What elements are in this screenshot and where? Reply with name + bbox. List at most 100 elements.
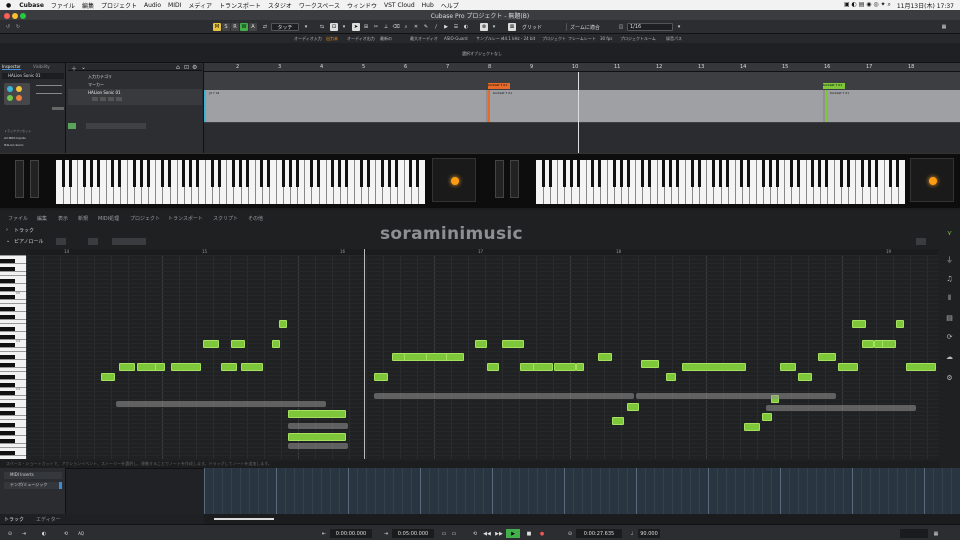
midi-note[interactable] <box>762 413 772 421</box>
status-icons[interactable]: ▣ ◐ ▤ ◉ ◎ ✦ ⌕ <box>844 1 891 9</box>
add-track-icon[interactable]: ＋ <box>71 64 77 73</box>
midi-note[interactable] <box>446 353 464 361</box>
black-key[interactable] <box>68 160 72 187</box>
lock-icon[interactable]: ⊡ <box>184 64 189 71</box>
black-key[interactable] <box>196 160 200 187</box>
settings-icon[interactable]: ⚙ <box>192 64 197 71</box>
editor-pianoroll-row[interactable]: ⌄ ピアノロール <box>0 237 940 247</box>
midi-note[interactable] <box>475 340 487 348</box>
precount-icon[interactable]: ◐ <box>40 529 48 538</box>
editor-menu-transport[interactable]: トランスポート <box>168 215 203 222</box>
black-key[interactable] <box>726 160 730 187</box>
inspector-track-name[interactable]: HALion Sonic 01 <box>2 73 64 79</box>
midi-note[interactable] <box>598 353 612 361</box>
black-key[interactable] <box>676 160 680 187</box>
media-bay-icon[interactable]: ⫴ <box>945 294 954 303</box>
xy-pad-handle[interactable] <box>451 177 459 185</box>
midi-note[interactable] <box>288 433 346 441</box>
menu-project[interactable]: プロジェクト <box>101 1 137 10</box>
editor-menu-edit[interactable]: 編集 <box>37 215 47 222</box>
black-key[interactable] <box>612 160 616 187</box>
play-tool-icon[interactable]: ▶ <box>442 23 450 31</box>
a-toggle[interactable]: A <box>249 23 257 31</box>
black-key[interactable] <box>846 160 850 187</box>
midi-note[interactable] <box>374 373 388 381</box>
black-key[interactable] <box>239 160 242 187</box>
black-key[interactable] <box>789 160 793 187</box>
midi-note[interactable] <box>171 363 201 371</box>
mute-tool-icon[interactable]: ✕ <box>412 23 420 31</box>
black-key[interactable] <box>797 160 801 187</box>
tool-draw-icon[interactable] <box>88 238 98 245</box>
midi-note[interactable] <box>641 360 659 368</box>
gear-icon[interactable]: ⚙ <box>945 374 954 383</box>
midi-note[interactable] <box>780 363 796 371</box>
rewind-icon[interactable]: ◀◀ <box>482 529 492 538</box>
time-display[interactable]: 0:00:27.635 <box>576 529 622 538</box>
status-project-room[interactable]: プロジェクトルーム <box>618 35 658 42</box>
midi-note[interactable] <box>744 423 760 431</box>
black-key[interactable] <box>416 160 420 187</box>
zoom-window-icon[interactable] <box>20 13 26 19</box>
black-key[interactable] <box>548 160 552 187</box>
quantize-select[interactable]: 1/16 <box>627 23 673 31</box>
activity-icon[interactable]: ▦ <box>932 529 940 538</box>
menu-vst-cloud[interactable]: VST Cloud <box>384 2 415 9</box>
editor-menu-new[interactable]: 新規 <box>78 215 88 222</box>
midi-note[interactable] <box>882 340 896 348</box>
black-key[interactable] <box>690 160 694 187</box>
punch-icon[interactable]: ⇥ <box>20 529 28 538</box>
black-key[interactable] <box>740 160 744 187</box>
editor-menu-midi[interactable]: MIDI処理 <box>98 215 119 222</box>
stop-button[interactable]: ■ <box>524 529 534 538</box>
black-key[interactable] <box>896 160 900 187</box>
knob-icon[interactable] <box>7 86 13 92</box>
midi-note[interactable] <box>119 363 135 371</box>
auto-scroll-icon[interactable]: ⊡ <box>330 23 338 31</box>
black-key[interactable] <box>260 160 264 187</box>
menu-edit[interactable]: 編集 <box>82 1 94 10</box>
tab-visibility[interactable]: Visibility <box>33 64 50 69</box>
minimize-window-icon[interactable] <box>12 13 18 19</box>
black-key[interactable] <box>626 160 630 187</box>
mod-wheel[interactable] <box>30 160 39 198</box>
black-key[interactable] <box>182 160 186 187</box>
grid-zoom-select[interactable]: ズームに適合 <box>566 23 614 31</box>
xy-pad[interactable] <box>432 158 476 202</box>
black-key[interactable] <box>541 160 545 187</box>
midi-note[interactable] <box>288 410 346 418</box>
black-key[interactable] <box>591 160 595 187</box>
tool-select-icon[interactable] <box>56 238 66 245</box>
editor-track-row[interactable]: › トラック <box>0 226 940 235</box>
cycle-toggle-icon[interactable]: ⟲ <box>470 529 480 538</box>
pianoroll-grid[interactable] <box>26 255 938 459</box>
black-key[interactable] <box>331 160 335 187</box>
black-key[interactable] <box>288 160 292 187</box>
chevron-right-icon[interactable]: › <box>6 227 8 233</box>
write-toggle[interactable]: W <box>240 23 248 31</box>
color-tool-icon[interactable]: ◐ <box>462 23 470 31</box>
black-key[interactable] <box>139 160 143 187</box>
apple-icon[interactable]: ● <box>6 2 11 9</box>
black-key[interactable] <box>345 160 349 187</box>
midi-note[interactable] <box>612 417 624 425</box>
knob-icon[interactable] <box>7 95 13 101</box>
black-key[interactable] <box>111 160 115 187</box>
loop-icon[interactable]: ⟳ <box>945 333 954 342</box>
black-key[interactable] <box>662 160 666 187</box>
black-key[interactable] <box>82 160 86 187</box>
playhead[interactable] <box>578 72 579 153</box>
menu-media[interactable]: メディア <box>188 1 212 10</box>
black-key[interactable] <box>359 160 363 187</box>
black-key[interactable] <box>210 160 214 187</box>
black-key[interactable] <box>719 160 722 187</box>
black-key[interactable] <box>388 160 392 187</box>
cycle-icon[interactable]: ⟲ <box>62 529 70 538</box>
black-key[interactable] <box>89 160 93 187</box>
menu-file[interactable]: ファイル <box>51 1 75 10</box>
track-fader[interactable] <box>86 123 146 129</box>
menu-transport[interactable]: トランスポート <box>219 1 261 10</box>
editor-playhead[interactable] <box>364 249 365 459</box>
automation-icon[interactable]: ⇄ <box>261 23 269 31</box>
black-key[interactable] <box>366 160 370 187</box>
